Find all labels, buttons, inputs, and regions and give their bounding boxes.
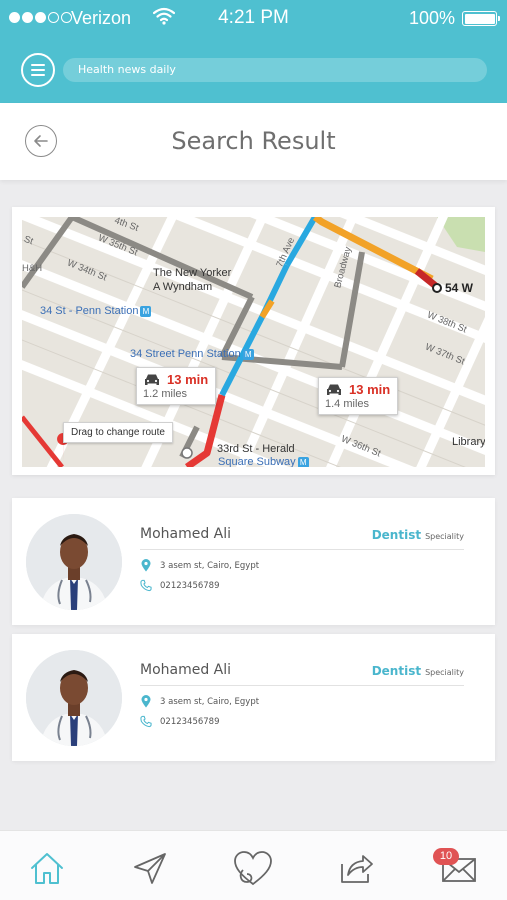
route-eta-card[interactable]: 13 min 1.2 miles [136, 367, 217, 405]
route-eta-card[interactable]: 13 min 1.4 miles [318, 377, 399, 415]
subway-icon: M [242, 348, 254, 360]
doctor-name: Mohamed Ali [140, 662, 232, 678]
nav-send[interactable] [128, 846, 172, 890]
map-card: 4th St St W 35th St W 34th St H&H The Ne… [12, 207, 495, 475]
home-icon [31, 853, 63, 884]
route-time: 13 min [167, 372, 209, 387]
battery-percentage: 100% [408, 8, 455, 28]
nav-share[interactable] [334, 846, 378, 890]
doctor-address: 3 asem st, Cairo, Egypt [140, 695, 259, 708]
doctor-specialty: Dentist Speciality [372, 528, 464, 542]
phone-icon [140, 715, 152, 728]
share-icon [341, 855, 373, 883]
top-bar: Verizon 4:21 PM 100% Health news daily [0, 0, 507, 103]
doctor-avatar [26, 650, 122, 746]
menu-icon-line [31, 69, 45, 71]
car-icon [327, 384, 341, 395]
doctor-card[interactable]: Mohamed Ali Dentist Speciality 3 asem st… [12, 634, 495, 761]
destination-label: 54 W [445, 281, 474, 295]
menu-icon-line [31, 74, 45, 76]
messages-badge: 10 [433, 848, 459, 865]
specialty-value: Dentist [371, 528, 422, 542]
map-place-label: A Wyndham [153, 281, 213, 293]
menu-icon-line [31, 64, 45, 66]
car-icon [145, 374, 159, 385]
doctor-specialty: Dentist Speciality [372, 664, 464, 678]
doctor-card[interactable]: Mohamed Ali Dentist Speciality 3 asem st… [12, 498, 495, 625]
map-station-label: 34 Street Penn Station M [130, 348, 254, 360]
map-place-label: The New Yorker [153, 267, 232, 279]
menu-button[interactable] [21, 53, 55, 87]
specialty-label: Speciality [425, 532, 464, 541]
location-pin-icon [140, 695, 152, 708]
divider [140, 685, 464, 686]
page-title: Search Result [171, 127, 336, 155]
doctor-avatar [26, 514, 122, 610]
subway-icon: M [297, 456, 309, 467]
nav-home[interactable] [25, 846, 69, 890]
phone-text: 02123456789 [160, 716, 220, 727]
specialty-label: Speciality [425, 668, 464, 677]
doctor-address: 3 asem st, Cairo, Egypt [140, 559, 259, 572]
address-text: 3 asem st, Cairo, Egypt [160, 560, 260, 571]
doctor-name: Mohamed Ali [140, 526, 232, 542]
page-header: Search Result [0, 103, 507, 180]
destination-pin-icon [432, 283, 442, 293]
map-station-label: 34 St - Penn Station M [40, 305, 152, 317]
doctor-phone[interactable]: 02123456789 [140, 715, 220, 728]
route-distance: 1.4 miles [325, 398, 370, 410]
drag-route-tooltip: Drag to change route [63, 422, 173, 443]
divider [140, 549, 464, 550]
route-distance: 1.2 miles [143, 388, 188, 400]
map-place-label: Library [452, 436, 485, 448]
address-text: 3 asem st, Cairo, Egypt [160, 696, 260, 707]
phone-icon [140, 579, 152, 592]
destination-marker[interactable]: 54 W [432, 281, 473, 295]
map-place-label: H&H [22, 263, 43, 274]
phone-text: 02123456789 [160, 580, 220, 591]
subway-icon: M [140, 305, 152, 317]
send-icon [134, 853, 166, 884]
route-map[interactable]: 4th St St W 35th St W 34th St H&H The Ne… [22, 217, 485, 467]
doctor-phone[interactable]: 02123456789 [140, 579, 220, 592]
health-news-ticker[interactable]: Health news daily [63, 58, 487, 82]
route-time: 13 min [349, 382, 391, 397]
nav-favorites[interactable] [231, 846, 275, 890]
battery-icon [462, 11, 500, 26]
specialty-value: Dentist [371, 664, 422, 678]
map-station-label: 33rd St - Herald [217, 443, 295, 455]
map-station-label: Square Subway M [218, 456, 309, 467]
status-bar: Verizon 4:21 PM 100% [0, 0, 507, 38]
bottom-navigation: 10 [0, 830, 507, 900]
location-pin-icon [140, 559, 152, 572]
favorites-icon [234, 851, 272, 886]
